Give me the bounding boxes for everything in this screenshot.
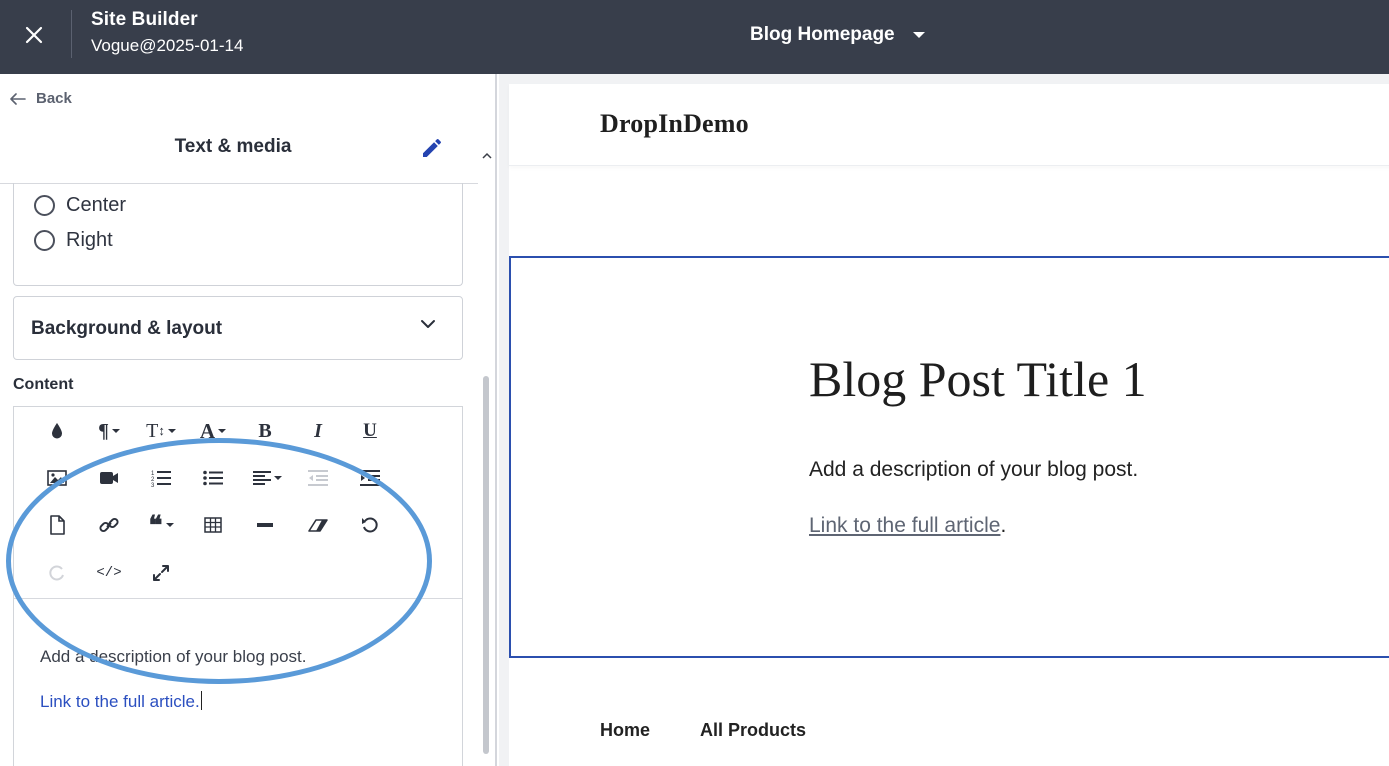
site-header: DropInDemo [509, 84, 1389, 166]
eraser-icon[interactable] [300, 509, 336, 541]
nav-home[interactable]: Home [600, 720, 650, 741]
arrow-left-icon [10, 92, 26, 105]
scrollbar-thumb[interactable] [483, 376, 489, 754]
quote-icon[interactable]: ❝ [143, 509, 179, 541]
video-icon[interactable] [91, 462, 127, 494]
link-icon[interactable] [91, 509, 127, 541]
file-icon[interactable] [39, 509, 75, 541]
page-selector-label: Blog Homepage [750, 24, 895, 45]
topbar-divider [71, 10, 72, 58]
panel-title: Text & media [174, 136, 292, 157]
outdent-icon[interactable] [300, 462, 336, 494]
nav-all-products[interactable]: All Products [700, 720, 806, 741]
scroll-up-icon[interactable] [482, 151, 492, 161]
fullscreen-icon[interactable] [143, 557, 179, 589]
back-button[interactable]: Back [10, 90, 72, 107]
indent-icon[interactable] [352, 462, 388, 494]
editor-link-text[interactable]: Link to the full article. [40, 692, 200, 711]
rich-text-editor: ¶ T ↕ A B I U 123 ❝ </> Add a descriptio… [13, 406, 463, 766]
site-version: Vogue@2025-01-14 [91, 36, 244, 55]
accordion-label: Background & layout [31, 318, 223, 339]
editor-toolbar: ¶ T ↕ A B I U 123 ❝ </> [14, 407, 462, 599]
image-icon[interactable] [39, 462, 75, 494]
horizontal-rule-icon[interactable] [247, 509, 283, 541]
background-layout-accordion[interactable]: Background & layout [13, 296, 463, 360]
code-view-icon[interactable]: </> [91, 557, 127, 589]
chevron-down-icon [912, 32, 925, 38]
close-icon [25, 26, 43, 44]
settings-panel: Back Text & media Center Right Backgroun… [0, 74, 497, 766]
footer-nav: Home All Products [600, 720, 806, 741]
content-label: Content [13, 376, 74, 393]
post-link[interactable]: Link to the full article [809, 514, 1000, 537]
bold-icon[interactable]: B [247, 415, 283, 447]
table-icon[interactable] [195, 509, 231, 541]
radio-circle[interactable] [34, 195, 55, 216]
font-icon[interactable]: A [195, 415, 231, 447]
site-logo[interactable]: DropInDemo [600, 109, 749, 139]
radio-label: Right [66, 229, 113, 251]
post-link-line: Link to the full article. [809, 514, 1006, 538]
color-drop-icon[interactable] [39, 415, 75, 447]
page-selector[interactable]: Blog Homepage [750, 22, 925, 48]
undo-icon[interactable] [352, 509, 388, 541]
text-size-icon[interactable]: T ↕ [143, 415, 179, 447]
selected-text-media-block[interactable]: Blog Post Title 1 Add a description of y… [509, 256, 1389, 658]
pencil-icon [423, 138, 442, 157]
site-preview: DropInDemo Blog Post Title 1 Add a descr… [499, 74, 1389, 766]
close-button[interactable] [16, 17, 52, 53]
alignment-options: Center Right [13, 183, 463, 286]
editor-description[interactable]: Add a description of your blog post. [40, 647, 307, 667]
radio-circle[interactable] [34, 230, 55, 251]
svg-text:3: 3 [151, 483, 155, 487]
top-bar: Site Builder Vogue@2025-01-14 Blog Homep… [0, 0, 1389, 74]
paragraph-icon[interactable]: ¶ [91, 415, 127, 447]
editor-link[interactable]: Link to the full article. [40, 691, 202, 712]
align-icon[interactable] [249, 462, 285, 494]
radio-center[interactable]: Center [34, 194, 126, 217]
redo-icon[interactable] [39, 557, 75, 589]
italic-icon[interactable]: I [300, 415, 336, 447]
post-link-suffix: . [1000, 514, 1007, 537]
edit-button[interactable] [420, 136, 446, 162]
text-cursor [200, 691, 202, 710]
app-title: Site Builder [91, 9, 198, 30]
underline-icon[interactable]: U [352, 415, 388, 447]
ordered-list-icon[interactable]: 123 [143, 462, 179, 494]
radio-label: Center [66, 194, 127, 216]
back-label: Back [36, 90, 72, 107]
site-page: DropInDemo Blog Post Title 1 Add a descr… [509, 84, 1389, 766]
unordered-list-icon[interactable] [195, 462, 231, 494]
radio-right[interactable]: Right [34, 229, 113, 252]
post-description: Add a description of your blog post. [809, 458, 1139, 481]
post-title: Blog Post Title 1 [809, 351, 1147, 407]
chevron-down-icon [421, 320, 435, 328]
